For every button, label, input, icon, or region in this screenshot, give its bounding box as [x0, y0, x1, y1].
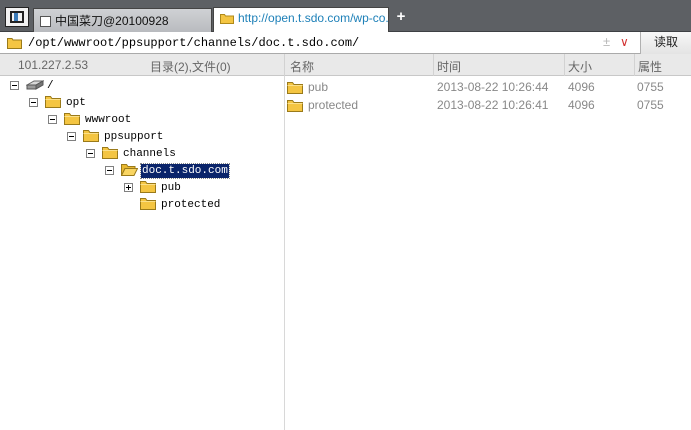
- list-item[interactable]: pub 2013-08-22 10:26:44 4096 0755: [285, 78, 691, 96]
- file-list: pub 2013-08-22 10:26:44 4096 0755 protec…: [285, 76, 691, 430]
- tree-node-label: protected: [161, 199, 221, 211]
- tree-node-label: opt: [66, 97, 86, 109]
- path-input[interactable]: /opt/wwwroot/ppsupport/channels/doc.t.sd…: [28, 36, 359, 50]
- collapse-icon[interactable]: [67, 132, 76, 141]
- server-ip: 101.227.2.53: [18, 58, 89, 72]
- column-divider[interactable]: [634, 54, 635, 76]
- chevron-down-icon[interactable]: ∨: [620, 35, 629, 49]
- collapse-icon[interactable]: [105, 166, 114, 175]
- tree-node-label: channels: [123, 148, 176, 160]
- expand-icon[interactable]: [124, 183, 133, 192]
- file-attr: 0755: [637, 98, 664, 112]
- folder-icon: [287, 81, 303, 97]
- address-bar: /opt/wwwroot/ppsupport/channels/doc.t.sd…: [0, 32, 691, 54]
- item-count: 目录(2),文件(0): [150, 60, 231, 74]
- folder-icon: [220, 13, 234, 27]
- column-name-header[interactable]: 名称: [290, 58, 314, 75]
- column-divider[interactable]: [433, 54, 434, 76]
- folder-icon: [83, 129, 99, 145]
- collapse-icon[interactable]: [29, 98, 38, 107]
- collapse-icon[interactable]: [86, 149, 95, 158]
- tree-node-label-selected: doc.t.sdo.com: [140, 163, 230, 179]
- tab-shell-label: 中国菜刀@20100928: [55, 14, 169, 28]
- folder-icon: [64, 112, 80, 128]
- tree-node-label: ppsupport: [104, 131, 164, 143]
- folder-icon: [45, 95, 61, 111]
- tab-url-label: http://open.t.sdo.com/wp-co...: [238, 11, 389, 25]
- tree-node-label: pub: [161, 182, 181, 194]
- up-icon[interactable]: ±: [603, 34, 610, 49]
- tree-node-label: wwwroot: [85, 114, 132, 126]
- list-header: 101.227.2.53 目录(2),文件(0) 名称 时间 大小 属性: [0, 54, 691, 76]
- folder-icon: [287, 99, 303, 115]
- column-time-header[interactable]: 时间: [437, 58, 461, 75]
- file-name: protected: [308, 98, 359, 112]
- file-time: 2013-08-22 10:26:41: [437, 98, 549, 112]
- folder-open-icon: [120, 163, 139, 179]
- drive-icon: [25, 78, 45, 95]
- tab-url[interactable]: http://open.t.sdo.com/wp-co...: [213, 7, 389, 33]
- file-attr: 0755: [637, 80, 664, 94]
- list-item[interactable]: protected 2013-08-22 10:26:41 4096 0755: [285, 96, 691, 114]
- column-attr-header[interactable]: 属性: [638, 58, 662, 75]
- folder-icon: [102, 146, 118, 162]
- file-name: pub: [308, 80, 329, 94]
- directory-tree: / opt wwwroot ppsupport channels doc.t.s: [0, 76, 284, 430]
- page-icon: [40, 16, 51, 27]
- tab-shell[interactable]: 中国菜刀@20100928: [33, 8, 212, 32]
- window-icon: [10, 11, 24, 23]
- new-tab-button[interactable]: +: [393, 9, 409, 25]
- column-divider: [284, 54, 285, 76]
- collapse-icon[interactable]: [48, 115, 57, 124]
- folder-icon: [140, 197, 156, 213]
- read-button[interactable]: 读取: [640, 32, 691, 54]
- file-size: 4096: [568, 80, 595, 94]
- tree-node-label: /: [47, 80, 54, 92]
- folder-icon: [140, 180, 156, 196]
- folder-icon: [7, 37, 22, 52]
- app-menu-button[interactable]: [5, 7, 29, 27]
- tab-bar: 中国菜刀@20100928 http://open.t.sdo.com/wp-c…: [0, 0, 691, 33]
- column-divider[interactable]: [564, 54, 565, 76]
- collapse-icon[interactable]: [10, 81, 19, 90]
- file-size: 4096: [568, 98, 595, 112]
- column-size-header[interactable]: 大小: [568, 58, 592, 75]
- file-time: 2013-08-22 10:26:44: [437, 80, 549, 94]
